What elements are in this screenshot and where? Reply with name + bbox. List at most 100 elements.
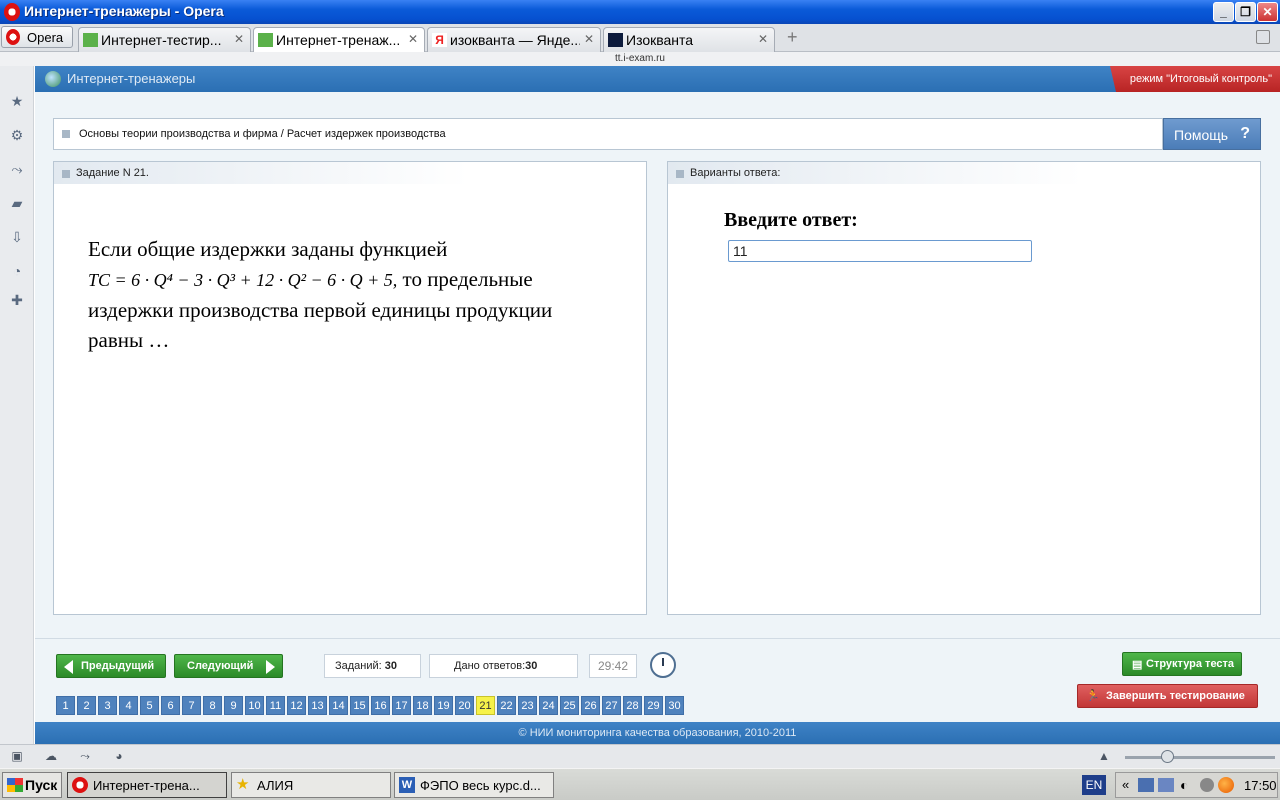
answers-header: Варианты ответа: xyxy=(690,167,781,179)
browser-tab-4[interactable]: Изокванта ✕ xyxy=(603,27,775,52)
tray-orange-icon[interactable] xyxy=(1218,777,1234,793)
tab-close-icon[interactable]: ✕ xyxy=(234,32,244,46)
language-indicator[interactable]: EN xyxy=(1082,775,1106,795)
question-number-button[interactable]: 17 xyxy=(392,696,411,715)
arrow-left-icon xyxy=(64,660,73,674)
answer-input[interactable] xyxy=(728,240,1032,262)
tab-close-icon[interactable]: ✕ xyxy=(584,32,594,46)
question-number-button[interactable]: 30 xyxy=(665,696,684,715)
question-number-button[interactable]: 19 xyxy=(434,696,453,715)
question-number-button[interactable]: 1 xyxy=(56,696,75,715)
network-2-icon[interactable] xyxy=(1158,778,1174,792)
tab-close-icon[interactable]: ✕ xyxy=(408,32,418,46)
question-number-button[interactable]: 2 xyxy=(77,696,96,715)
previous-label: Предыдущий xyxy=(81,660,155,672)
speed-dial-icon[interactable]: ◕ xyxy=(112,749,126,763)
taskbar-item-opera[interactable]: Интернет-трена... xyxy=(67,772,227,798)
zoom-slider-track[interactable] xyxy=(1125,756,1275,759)
answers-count: 30 xyxy=(525,660,538,672)
question-number-button[interactable]: 29 xyxy=(644,696,663,715)
downloads-icon[interactable]: ⇩ xyxy=(9,229,25,245)
question-number-button[interactable]: 12 xyxy=(287,696,306,715)
question-number-button[interactable]: 4 xyxy=(119,696,138,715)
notes-icon[interactable]: ▰ xyxy=(9,195,25,211)
question-number-button[interactable]: 7 xyxy=(182,696,201,715)
next-button[interactable]: Следующий xyxy=(174,654,283,678)
task-number: Задание N 21. xyxy=(76,167,149,179)
opera-menu-button[interactable]: Opera xyxy=(1,26,73,48)
question-number-button[interactable]: 18 xyxy=(413,696,432,715)
question-number-button[interactable]: 22 xyxy=(497,696,516,715)
question-number-button[interactable]: 16 xyxy=(371,696,390,715)
question-number-button[interactable]: 25 xyxy=(560,696,579,715)
new-tab-plus-icon[interactable]: + xyxy=(787,28,798,46)
cloud-sync-icon[interactable]: ☁ xyxy=(44,749,58,763)
question-number-button[interactable]: 3 xyxy=(98,696,117,715)
tray-expand-icon[interactable]: « xyxy=(1122,777,1129,792)
address-url[interactable]: tt.i-exam.ru xyxy=(0,52,1280,66)
closed-tabs-trash-icon[interactable] xyxy=(1256,30,1270,44)
taskbar-item-word[interactable]: W ФЭПО весь курс.d... xyxy=(394,772,554,798)
zoom-slider-handle[interactable] xyxy=(1161,750,1174,763)
breadcrumb: Основы теории производства и фирма / Рас… xyxy=(53,118,1163,150)
system-tray: « ◐ 17:50 xyxy=(1115,772,1278,798)
maximize-button[interactable]: ❐ xyxy=(1235,2,1256,22)
question-line-2: TC = 6 · Q⁴ − 3 · Q³ + 12 · Q² − 6 · Q +… xyxy=(88,264,628,295)
question-number-button[interactable]: 8 xyxy=(203,696,222,715)
settings-gear-icon[interactable]: ⚙ xyxy=(9,127,25,143)
question-number-button[interactable]: 26 xyxy=(581,696,600,715)
question-number-button[interactable]: 15 xyxy=(350,696,369,715)
question-number-button[interactable]: 5 xyxy=(140,696,159,715)
finish-test-button[interactable]: 🏃 Завершить тестирование xyxy=(1077,684,1258,708)
question-number-button[interactable]: 21 xyxy=(476,696,495,715)
browser-tab-1[interactable]: Интернет-тестир... ✕ xyxy=(78,27,251,52)
start-button[interactable]: Пуск xyxy=(2,772,62,798)
yandex-favicon-icon: Я xyxy=(432,33,447,47)
question-text: Если общие издержки заданы функцией TC =… xyxy=(88,234,628,355)
question-number-button[interactable]: 9 xyxy=(224,696,243,715)
panel-toggle-icon[interactable]: ▣ xyxy=(10,749,24,763)
question-number-button[interactable]: 13 xyxy=(308,696,327,715)
share-icon[interactable]: ⤳ xyxy=(9,161,25,177)
volume-icon[interactable]: ◐ xyxy=(1180,777,1188,793)
question-number-button[interactable]: 24 xyxy=(539,696,558,715)
history-clock-icon[interactable]: ◔ xyxy=(9,263,25,279)
minimize-button[interactable]: _ xyxy=(1213,2,1234,22)
question-number-button[interactable]: 23 xyxy=(518,696,537,715)
question-number-button[interactable]: 6 xyxy=(161,696,180,715)
tab-close-icon[interactable]: ✕ xyxy=(758,32,768,46)
taskbar-item-aliya[interactable]: ★ АЛИЯ xyxy=(231,772,391,798)
question-number-button[interactable]: 11 xyxy=(266,696,285,715)
tasks-count: 30 xyxy=(384,660,398,672)
bookmarks-star-icon[interactable]: ★ xyxy=(9,93,25,109)
opera-menu-label: Opera xyxy=(27,30,64,45)
question-formula: TC = 6 · Q⁴ − 3 · Q³ + 12 · Q² − 6 · Q +… xyxy=(88,270,398,290)
question-number-button[interactable]: 27 xyxy=(602,696,621,715)
opera-logo-icon xyxy=(4,3,20,21)
help-button[interactable]: Помощь ? xyxy=(1163,118,1261,150)
question-number-button[interactable]: 10 xyxy=(245,696,264,715)
question-number-button[interactable]: 28 xyxy=(623,696,642,715)
zoom-menu-arrow-icon[interactable]: ▲ xyxy=(1097,749,1111,763)
answer-panel: Варианты ответа: Введите ответ: xyxy=(667,161,1261,615)
network-icon[interactable] xyxy=(1138,778,1154,792)
bullet-square-icon xyxy=(62,170,70,178)
add-panel-plus-icon[interactable]: ✚ xyxy=(9,292,25,308)
start-label: Пуск xyxy=(25,777,58,793)
browser-tab-3[interactable]: Я изокванта — Яндe... ✕ xyxy=(427,27,601,52)
tray-app-icon[interactable] xyxy=(1200,778,1214,792)
taskbar-item-label: ФЭПО весь курс.d... xyxy=(420,778,541,793)
unite-icon[interactable]: ⤳ xyxy=(78,749,92,763)
answer-prompt: Введите ответ: xyxy=(724,209,858,231)
question-number-button[interactable]: 14 xyxy=(329,696,348,715)
question-number-button[interactable]: 20 xyxy=(455,696,474,715)
browser-sidebar: ★ ⚙ ⤳ ▰ ⇩ ◔ ✚ xyxy=(0,66,34,744)
help-label: Помощь xyxy=(1174,127,1229,143)
previous-button[interactable]: Предыдущий xyxy=(56,654,166,678)
tab-label: Интернет-тестир... xyxy=(101,32,222,48)
opera-icon xyxy=(72,777,88,793)
help-question-icon: ? xyxy=(1240,125,1250,142)
test-structure-button[interactable]: ▤ Структура теста xyxy=(1122,652,1242,676)
browser-tab-2[interactable]: Интернет-тренаж... ✕ xyxy=(253,27,425,53)
close-window-button[interactable]: ✕ xyxy=(1257,2,1278,22)
